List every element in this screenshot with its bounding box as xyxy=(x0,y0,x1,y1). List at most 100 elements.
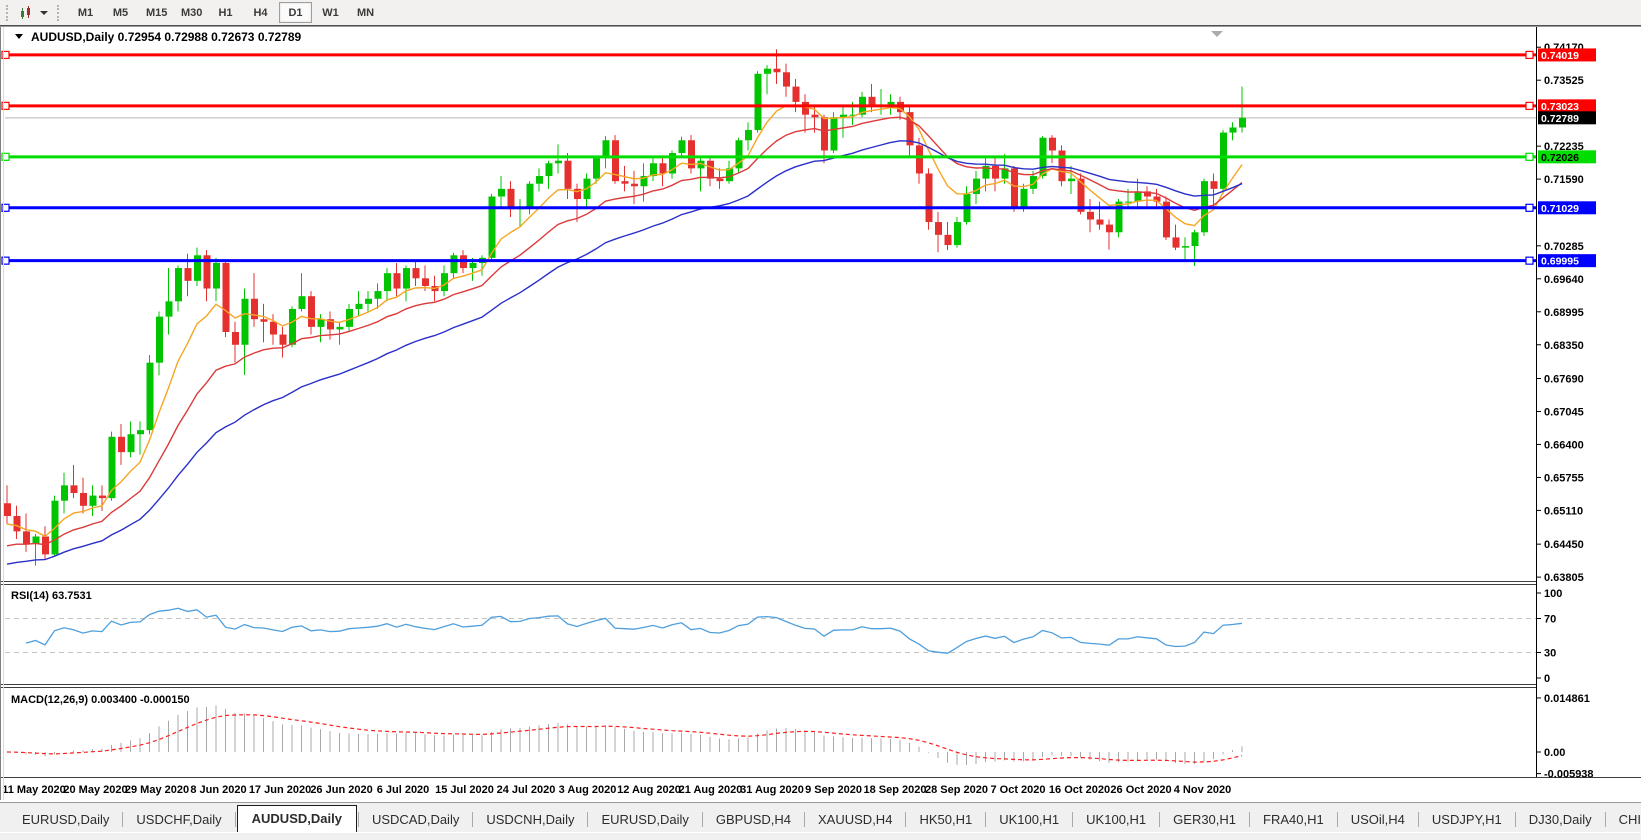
candle-body xyxy=(1191,232,1199,247)
hline-handle[interactable] xyxy=(1525,203,1534,212)
rsi-axis-label: 100 xyxy=(1544,588,1562,600)
candle-body xyxy=(13,516,21,532)
candle-body xyxy=(1182,246,1189,248)
tab-separator xyxy=(1604,812,1606,827)
timeframe-button-m5[interactable]: M5 xyxy=(104,2,137,23)
candle-body xyxy=(745,130,752,141)
candle-body xyxy=(621,181,629,184)
chart-tab-hk50-h1[interactable]: HK50,H1 xyxy=(907,808,984,833)
candle-body xyxy=(127,434,135,453)
hline-handle[interactable] xyxy=(1525,50,1534,60)
rsi-axis-label: 0 xyxy=(1544,673,1550,685)
chart-tab-uk100-h1[interactable]: UK100,H1 xyxy=(987,808,1071,833)
timeframe-button-m1[interactable]: M1 xyxy=(69,2,102,23)
toolbar-grip[interactable] xyxy=(6,4,12,21)
candle-body xyxy=(270,321,277,335)
candle-body xyxy=(754,73,762,131)
candle-body xyxy=(1096,219,1104,225)
chart-tab-usoil-h4[interactable]: USOil,H4 xyxy=(1339,808,1417,833)
candle-body xyxy=(336,326,344,330)
tab-separator xyxy=(234,812,236,827)
price-axis-label: 0.70285 xyxy=(1544,241,1584,253)
candle-body xyxy=(1239,117,1246,128)
hline-handle[interactable] xyxy=(1525,256,1534,265)
candle-body xyxy=(830,117,838,151)
date-label: 31 Aug 2020 xyxy=(740,784,804,796)
date-label: 8 Jun 2020 xyxy=(190,784,246,796)
timeframe-button-m15[interactable]: M15 xyxy=(139,2,172,23)
candle-body xyxy=(1087,211,1094,220)
chart-tab-usdcnh-daily[interactable]: USDCNH,Daily xyxy=(474,808,586,833)
hline-handle[interactable] xyxy=(1525,152,1534,161)
price-axis-label: 0.64450 xyxy=(1544,539,1584,551)
chart-tab-audusd-daily[interactable]: AUDUSD,Daily xyxy=(236,805,357,833)
price-axis-label: 0.71590 xyxy=(1544,174,1584,186)
timeframe-button-w1[interactable]: W1 xyxy=(314,2,347,23)
rsi-pane[interactable] xyxy=(5,586,1536,683)
candle-body xyxy=(146,362,154,431)
chart-tab-china300-h1[interactable]: CHINA300,H1 xyxy=(1607,808,1641,833)
price-badge-label: 0.72026 xyxy=(1541,152,1579,164)
tab-separator xyxy=(472,812,474,827)
candle-body xyxy=(526,183,534,207)
candle-body xyxy=(23,531,30,545)
date-label: 21 Aug 2020 xyxy=(679,784,743,796)
candle-body xyxy=(194,255,201,281)
tab-separator xyxy=(587,812,589,827)
chart-tab-eurusd-daily[interactable]: EURUSD,Daily xyxy=(589,808,700,833)
timeframe-button-group: M1 M5 M15 M30 H1 H4 D1 W1 MN xyxy=(68,2,383,23)
date-label: 29 May 2020 xyxy=(125,784,189,796)
toolbar-grip[interactable] xyxy=(57,4,63,21)
candle-body xyxy=(89,495,97,506)
chart-tab-ger30-h1[interactable]: GER30,H1 xyxy=(1161,808,1248,833)
candle-body xyxy=(251,298,258,320)
candle-body xyxy=(99,495,106,499)
tab-separator xyxy=(1159,812,1161,827)
candle-body xyxy=(764,68,771,74)
current-price-badge-label: 0.72789 xyxy=(1541,113,1579,125)
timeframe-button-h1[interactable]: H1 xyxy=(209,2,242,23)
date-label: 6 Jul 2020 xyxy=(377,784,430,796)
chart-tab-eurusd-daily[interactable]: EURUSD,Daily xyxy=(10,808,121,833)
candle-body xyxy=(80,493,87,506)
price-axis[interactable] xyxy=(1537,26,1641,777)
hline-handle[interactable] xyxy=(1525,101,1534,110)
chart-tab-uk100-h1[interactable]: UK100,H1 xyxy=(1074,808,1158,833)
candle-body xyxy=(792,86,800,102)
tab-separator xyxy=(122,812,124,827)
candle-body xyxy=(811,114,819,118)
tab-separator xyxy=(1336,812,1338,827)
chart-tab-xauusd-h4[interactable]: XAUUSD,H4 xyxy=(806,808,904,833)
chart-tab-usdchf-daily[interactable]: USDCHF,Daily xyxy=(124,808,233,833)
status-bar xyxy=(0,832,1641,840)
candle-body xyxy=(412,268,420,279)
candle-body xyxy=(564,160,572,189)
chart-tab-fra40-h1[interactable]: FRA40,H1 xyxy=(1251,808,1336,833)
chart-tab-usdcad-daily[interactable]: USDCAD,Daily xyxy=(360,808,471,833)
candle-body xyxy=(1030,176,1037,189)
candle-body xyxy=(403,268,410,289)
tab-separator xyxy=(1514,812,1516,827)
macd-label: MACD(12,26,9) 0.003400 -0.000150 xyxy=(11,694,190,706)
chart-tab-dj30-daily[interactable]: DJ30,Daily xyxy=(1517,808,1604,833)
candle-body xyxy=(355,303,363,309)
chart-cursor-icon[interactable] xyxy=(17,4,37,22)
timeframe-button-d1[interactable]: D1 xyxy=(279,2,312,23)
candle-body xyxy=(108,436,116,499)
main-chart-pane[interactable] xyxy=(5,27,1536,581)
chart-type-dropdown-caret-icon[interactable] xyxy=(40,10,48,15)
timeframe-button-h4[interactable]: H4 xyxy=(244,2,277,23)
candle-body xyxy=(374,291,382,299)
chart-tab-usdjpy-h1[interactable]: USDJPY,H1 xyxy=(1420,808,1514,833)
timeframe-button-mn[interactable]: MN xyxy=(349,2,382,23)
date-label: 28 Sep 2020 xyxy=(925,784,988,796)
date-label: 3 Aug 2020 xyxy=(559,784,617,796)
candle-body xyxy=(773,68,781,73)
candle-body xyxy=(821,117,828,151)
date-label: 26 Jun 2020 xyxy=(310,784,372,796)
candle-body xyxy=(156,316,163,363)
date-label: 17 Jun 2020 xyxy=(249,784,311,796)
timeframe-button-m30[interactable]: M30 xyxy=(174,2,207,23)
chart-tab-gbpusd-h4[interactable]: GBPUSD,H4 xyxy=(704,808,803,833)
candle-body xyxy=(1134,191,1142,202)
